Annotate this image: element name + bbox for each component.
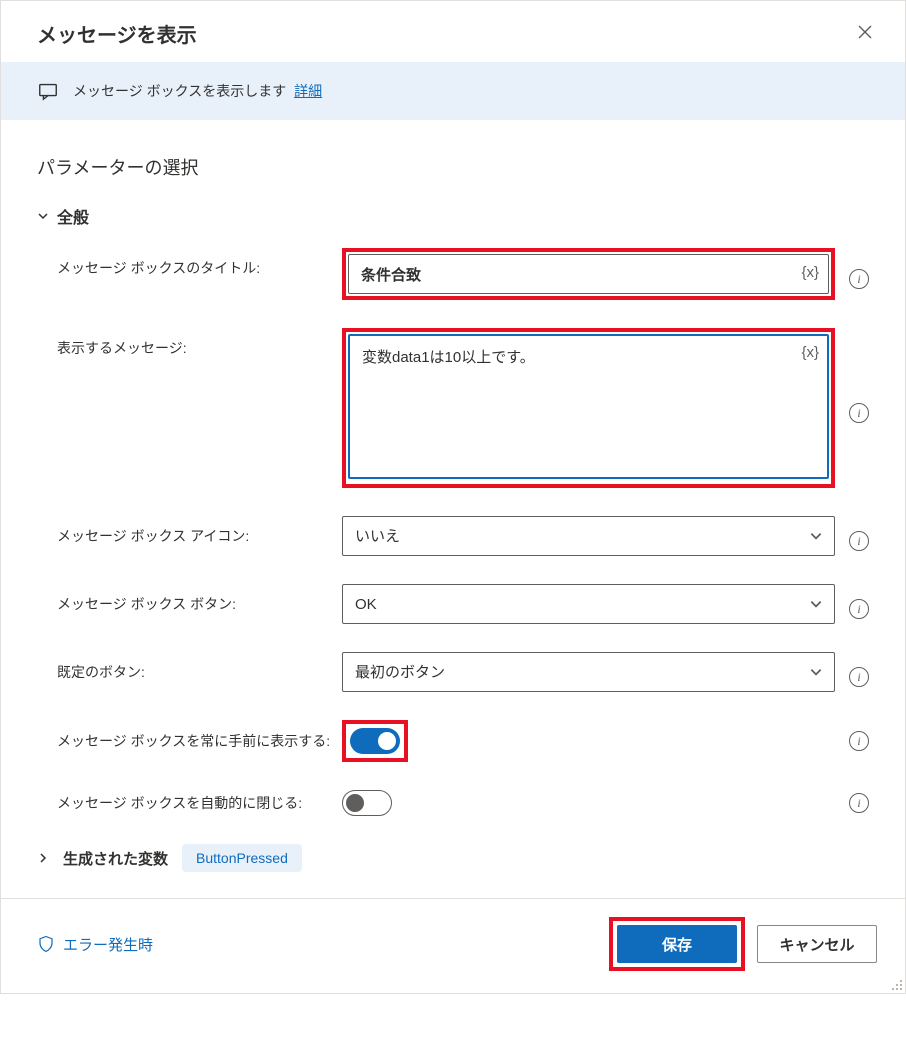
title-input[interactable] [348, 254, 829, 294]
toggle-knob [346, 794, 364, 812]
cancel-button[interactable]: キャンセル [757, 925, 877, 963]
info-icon[interactable]: i [849, 793, 869, 813]
generated-variables-header[interactable]: 生成された変数 ButtonPressed [37, 844, 869, 872]
topmost-toggle[interactable] [350, 728, 400, 754]
info-icon[interactable]: i [849, 269, 869, 289]
section-title: パラメーターの選択 [37, 154, 869, 180]
banner-text: メッセージ ボックスを表示します [73, 83, 286, 99]
chevron-right-icon [37, 852, 49, 864]
row-default-button: 既定のボタン: 最初のボタン i [57, 652, 869, 692]
icon-select[interactable]: いいえ [342, 516, 835, 556]
default-button-select[interactable]: 最初のボタン [342, 652, 835, 692]
shield-icon [37, 935, 55, 953]
message-icon [37, 80, 59, 102]
dialog-footer: エラー発生時 保存 キャンセル [1, 898, 905, 993]
info-icon[interactable]: i [849, 599, 869, 619]
info-icon[interactable]: i [849, 531, 869, 551]
row-buttons: メッセージ ボックス ボタン: OK i [57, 584, 869, 624]
label-title: メッセージ ボックスのタイトル: [57, 248, 342, 278]
row-autoclose: メッセージ ボックスを自動的に閉じる: i [57, 790, 869, 816]
dialog-body: パラメーターの選択 全般 メッセージ ボックスのタイトル: {x} i [1, 120, 905, 898]
chevron-down-icon [37, 210, 49, 222]
row-icon: メッセージ ボックス アイコン: いいえ i [57, 516, 869, 556]
dialog-title: メッセージを表示 [37, 19, 197, 48]
info-banner: メッセージ ボックスを表示します 詳細 [1, 62, 905, 120]
variable-token-button[interactable]: {x} [801, 264, 819, 281]
group-general-header[interactable]: 全般 [37, 204, 869, 228]
label-icon: メッセージ ボックス アイコン: [57, 516, 342, 546]
label-topmost: メッセージ ボックスを常に手前に表示する: [57, 731, 342, 751]
variable-token-button[interactable]: {x} [801, 344, 819, 361]
close-button[interactable] [853, 20, 877, 47]
dialog-header: メッセージを表示 [1, 1, 905, 62]
label-message: 表示するメッセージ: [57, 328, 342, 358]
on-error-link[interactable]: エラー発生時 [37, 934, 153, 955]
autoclose-toggle[interactable] [342, 790, 392, 816]
generated-vars-label: 生成された変数 [63, 848, 168, 869]
banner-link[interactable]: 詳細 [294, 83, 322, 99]
info-icon[interactable]: i [849, 731, 869, 751]
label-default-button: 既定のボタン: [57, 652, 342, 682]
toggle-knob [378, 732, 396, 750]
save-button[interactable]: 保存 [617, 925, 737, 963]
info-icon[interactable]: i [849, 667, 869, 687]
message-dialog: メッセージを表示 メッセージ ボックスを表示します 詳細 パラメーターの選択 全… [0, 0, 906, 994]
resize-grip-icon[interactable] [889, 977, 903, 991]
group-general-label: 全般 [57, 204, 89, 228]
message-input[interactable] [348, 334, 829, 479]
label-autoclose: メッセージ ボックスを自動的に閉じる: [57, 793, 342, 813]
row-topmost: メッセージ ボックスを常に手前に表示する: i [57, 720, 869, 762]
close-icon [857, 24, 873, 40]
row-message: 表示するメッセージ: {x} i [57, 328, 869, 488]
buttons-select[interactable]: OK [342, 584, 835, 624]
variable-chip[interactable]: ButtonPressed [182, 844, 302, 872]
info-icon[interactable]: i [849, 403, 869, 423]
row-title: メッセージ ボックスのタイトル: {x} i [57, 248, 869, 300]
on-error-label: エラー発生時 [63, 934, 153, 955]
label-buttons: メッセージ ボックス ボタン: [57, 584, 342, 614]
